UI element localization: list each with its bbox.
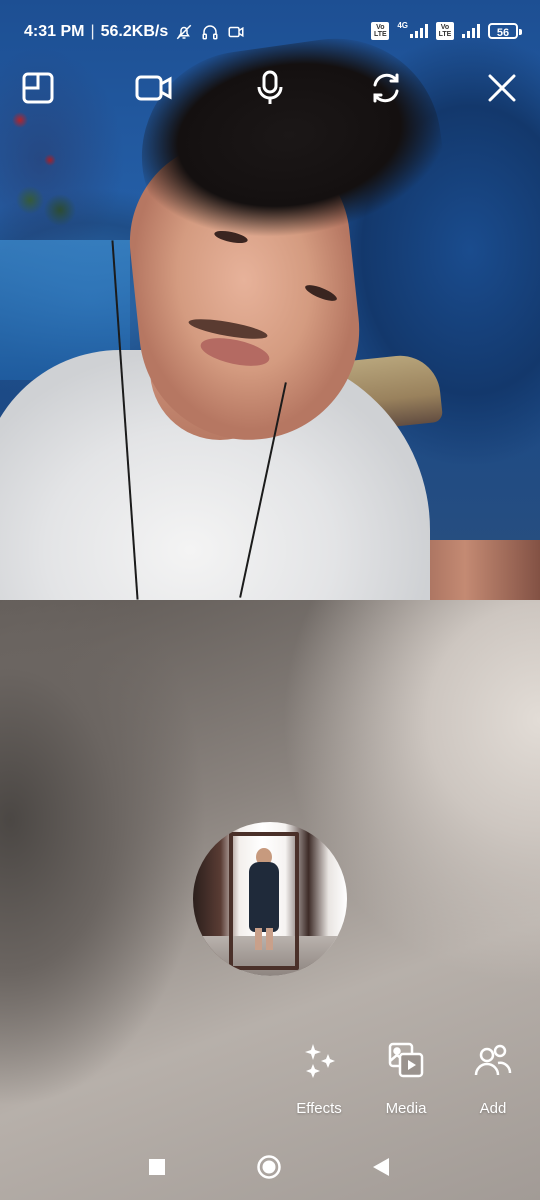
network-type: 4G [397,20,408,30]
battery-level: 56 [496,27,510,39]
system-navigation-bar [0,1140,540,1196]
back-button[interactable] [366,1154,396,1184]
call-controls [0,66,540,116]
network-speed: 56.2KB/s [100,23,169,40]
video-call-screen: 4:31 PM | 56.2KB/s Vo LTE 4G Vo LTE 56 E… [0,0,540,1200]
headphones-icon [200,22,220,42]
layout-icon [20,70,56,111]
media-gallery-icon [386,1040,426,1080]
status-separator: | [90,23,95,40]
switch-camera-icon [367,69,405,112]
participant-avatar [193,822,347,976]
video-toggle-button[interactable] [130,66,178,114]
end-call-close-button[interactable] [478,66,526,114]
add-label: Add [479,1100,507,1117]
media-label: Media [385,1100,427,1117]
effects-button[interactable]: Effects [274,1040,364,1117]
microphone-toggle-button[interactable] [246,66,294,114]
layout-button[interactable] [14,66,62,114]
recents-button[interactable] [142,1154,172,1184]
video-recording-icon [226,22,246,42]
add-people-icon [473,1040,513,1080]
sparkles-icon [299,1040,339,1080]
home-button[interactable] [254,1154,284,1184]
signal-strength-icon-2 [462,24,480,38]
call-actions: Effects Media Add [0,1040,540,1117]
effects-label: Effects [296,1100,342,1117]
battery-indicator: 56 [488,23,522,39]
recents-square-icon [148,1158,166,1181]
status-bar: 4:31 PM | 56.2KB/s Vo LTE 4G Vo LTE 56 [0,0,540,62]
close-icon [486,72,518,109]
status-time: 4:31 PM [24,23,85,40]
volte-badge-2: Vo LTE [436,22,454,40]
microphone-icon [255,69,285,112]
mute-notifications-icon [174,22,194,42]
back-triangle-icon [372,1157,390,1182]
signal-strength-icon [410,24,428,38]
video-camera-icon [134,70,174,111]
add-participant-button[interactable]: Add [448,1040,538,1117]
switch-camera-button[interactable] [362,66,410,114]
home-circle-icon [256,1154,282,1185]
volte-badge: Vo LTE [371,22,390,40]
media-button[interactable]: Media [361,1040,451,1117]
local-preview-area: Effects Media Add [0,600,540,1200]
